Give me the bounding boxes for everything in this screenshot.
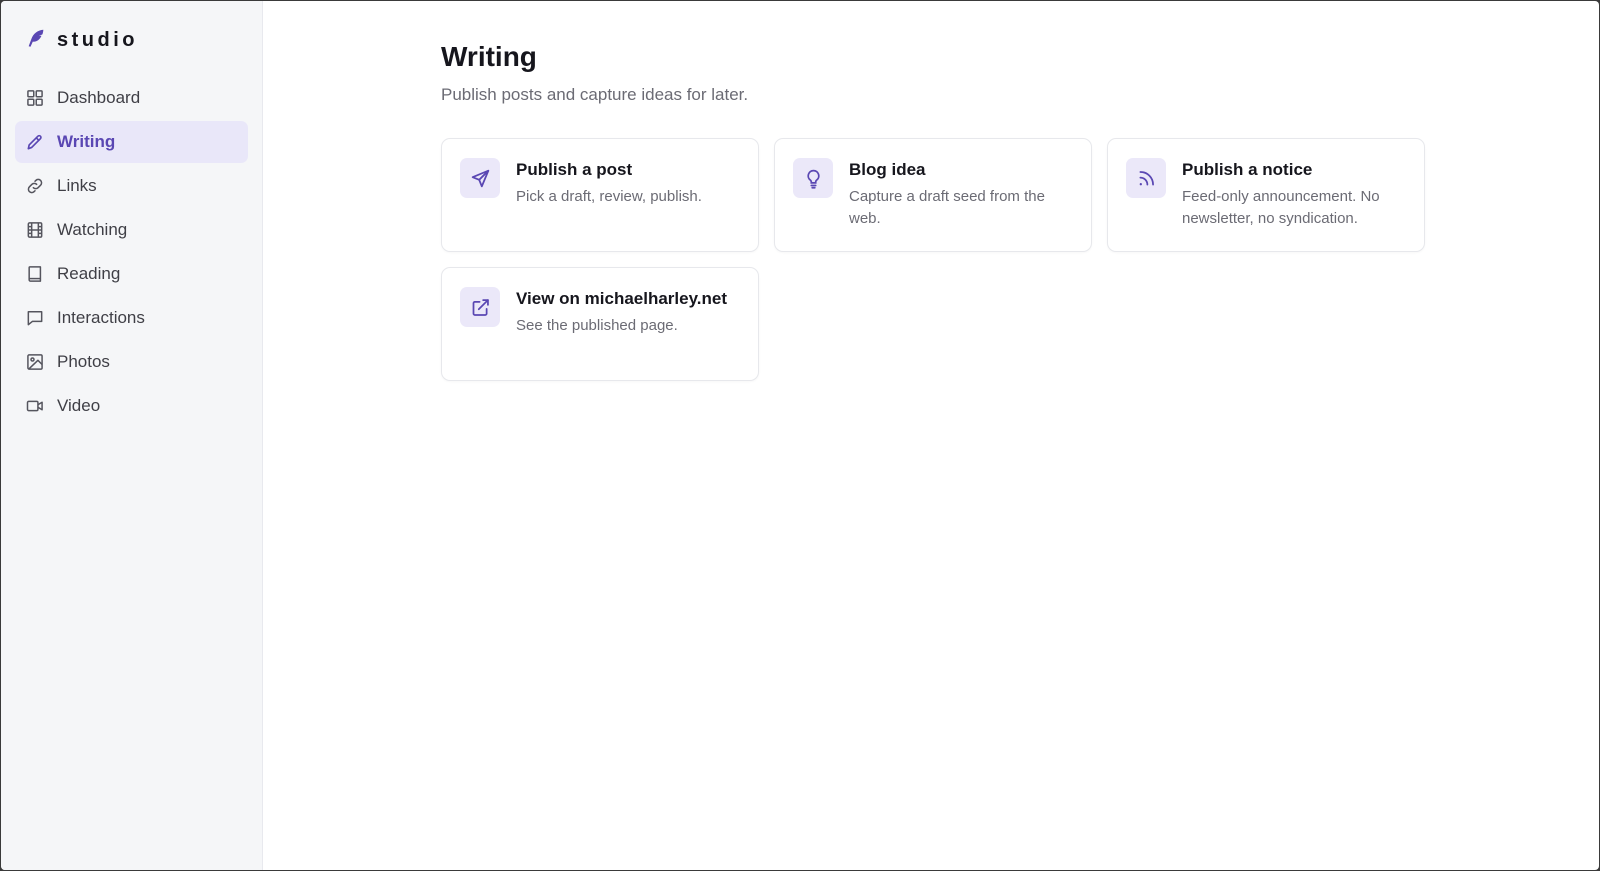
card-title: Publish a post [516,160,633,179]
view-site-card[interactable]: View on michaelharley.net See the publis… [441,267,759,381]
rss-icon [1126,158,1166,198]
sidebar-item-reading[interactable]: Reading [15,253,248,295]
sidebar-item-label: Photos [57,352,110,371]
card-description: Feed-only announcement. No newsletter, n… [1182,188,1380,227]
send-icon [460,158,500,198]
action-cards: Publish a post Pick a draft, review, pub… [441,138,1599,381]
app-window: studio Dashboard Writing Links Watching … [1,1,1599,870]
pencil-icon [25,132,45,152]
sidebar-item-interactions[interactable]: Interactions [15,297,248,339]
sidebar-item-label: Interactions [57,308,145,327]
sidebar-item-label: Watching [57,220,128,239]
film-icon [25,220,45,240]
sidebar-item-watching[interactable]: Watching [15,209,248,251]
lightbulb-icon [793,158,833,198]
card-description: See the published page. [516,317,678,334]
external-link-icon [460,287,500,327]
sidebar-item-label: Writing [57,132,116,151]
sidebar-item-label: Links [57,176,97,195]
image-icon [25,352,45,372]
sidebar-item-label: Reading [57,264,121,283]
sidebar-item-video[interactable]: Video [15,385,248,427]
sidebar-nav: Dashboard Writing Links Watching Reading… [15,77,248,427]
card-title: Blog idea [849,160,926,179]
video-icon [25,396,45,416]
sidebar-item-writing[interactable]: Writing [15,121,248,163]
blog-idea-card[interactable]: Blog idea Capture a draft seed from the … [774,138,1092,252]
sidebar-item-dashboard[interactable]: Dashboard [15,77,248,119]
sidebar: studio Dashboard Writing Links Watching … [1,1,263,870]
feather-icon [25,27,47,54]
book-icon [25,264,45,284]
sidebar-item-photos[interactable]: Photos [15,341,248,383]
publish-post-card[interactable]: Publish a post Pick a draft, review, pub… [441,138,759,252]
page-subtitle: Publish posts and capture ideas for late… [441,85,749,104]
card-title: Publish a notice [1182,160,1313,179]
card-title: View on michaelharley.net [516,289,728,308]
chat-icon [25,308,45,328]
link-icon [25,176,45,196]
publish-notice-card[interactable]: Publish a notice Feed-only announcement.… [1107,138,1425,252]
sidebar-item-label: Dashboard [57,88,141,107]
grid-icon [25,88,45,108]
sidebar-item-label: Video [57,396,101,415]
brand-name: studio [57,28,138,51]
card-description: Capture a draft seed from the web. [849,188,1045,227]
brand[interactable]: studio [15,25,248,55]
page-title: Writing [441,41,537,72]
card-description: Pick a draft, review, publish. [516,188,702,205]
sidebar-item-links[interactable]: Links [15,165,248,207]
main-content: Writing Publish posts and capture ideas … [263,1,1599,870]
